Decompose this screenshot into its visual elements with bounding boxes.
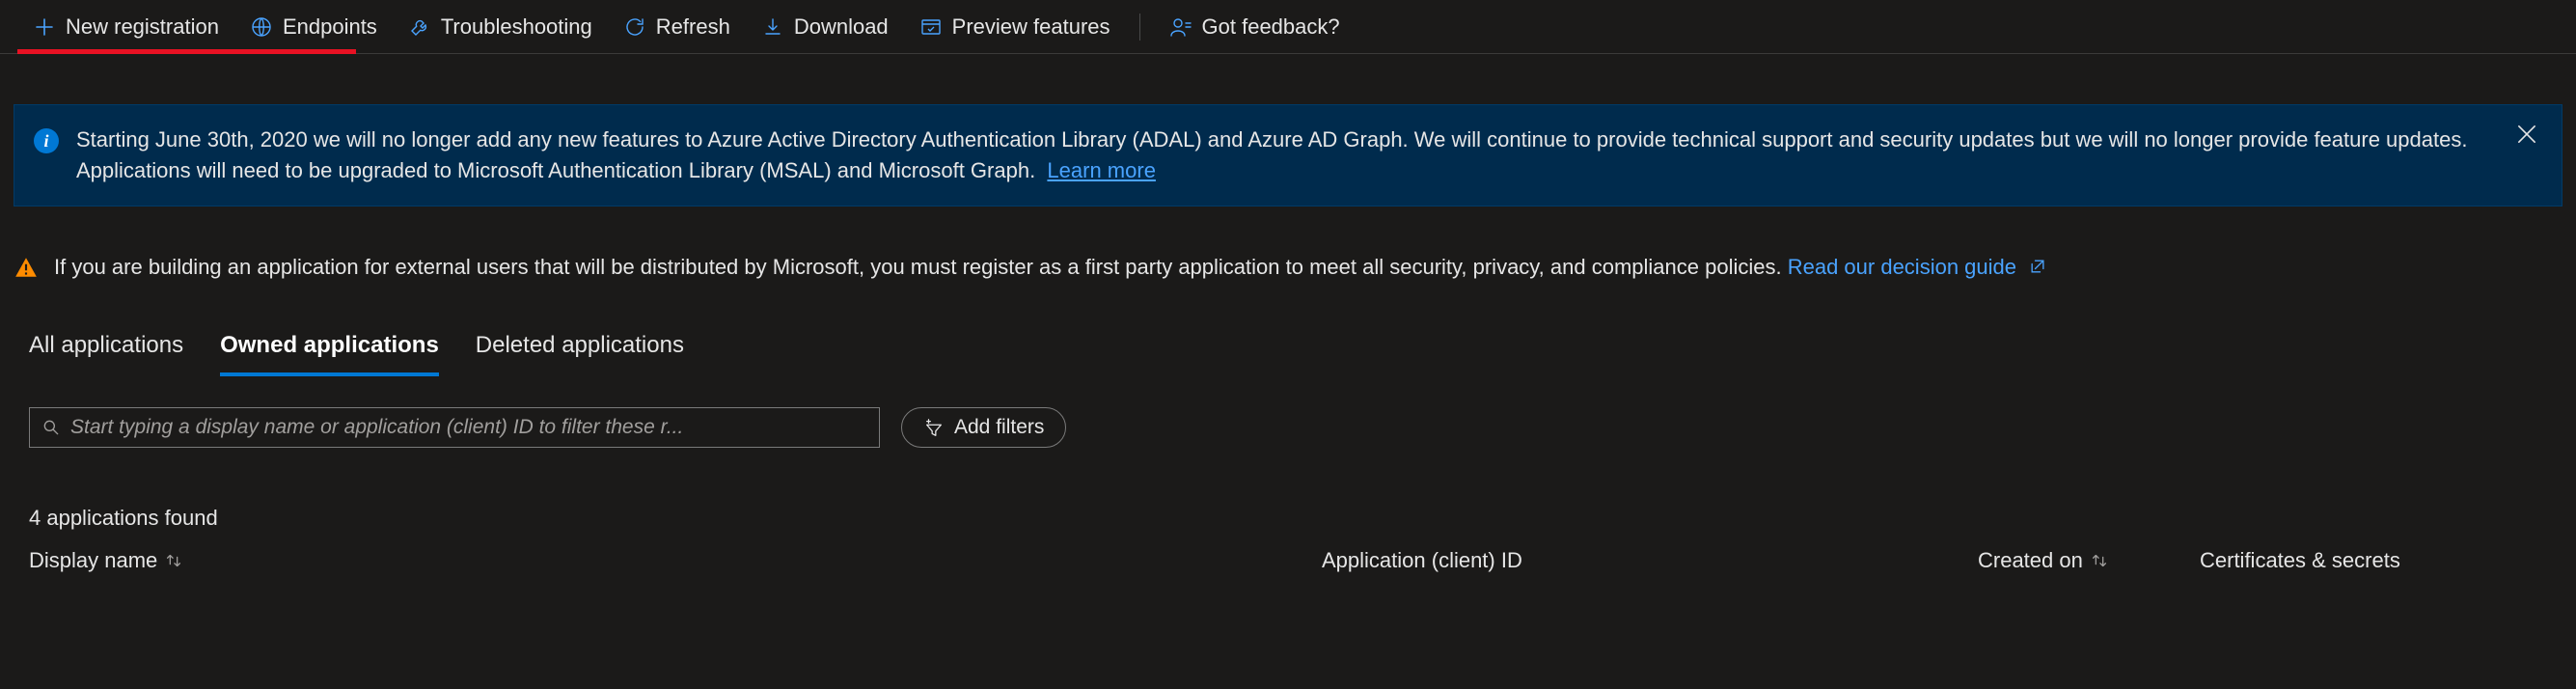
download-button[interactable]: Download <box>746 0 904 53</box>
preview-icon <box>919 15 943 39</box>
search-box[interactable] <box>29 407 880 448</box>
close-icon <box>2513 121 2540 148</box>
wrench-icon <box>408 15 431 39</box>
globe-icon <box>250 15 273 39</box>
new-registration-button[interactable]: New registration <box>17 0 234 53</box>
info-banner-text: Starting June 30th, 2020 we will no long… <box>76 127 2467 182</box>
tab-all-applications[interactable]: All applications <box>29 332 183 376</box>
refresh-label: Refresh <box>656 14 730 40</box>
command-bar: New registration Endpoints Troubleshooti… <box>0 0 2576 54</box>
troubleshooting-label: Troubleshooting <box>441 14 592 40</box>
table-header: Display name Application (client) ID Cre… <box>29 548 2576 573</box>
info-banner: i Starting June 30th, 2020 we will no lo… <box>14 104 2562 207</box>
column-certificates-secrets-label: Certificates & secrets <box>2200 548 2400 573</box>
got-feedback-label: Got feedback? <box>1202 14 1340 40</box>
column-certificates-secrets[interactable]: Certificates & secrets <box>2200 548 2537 573</box>
refresh-button[interactable]: Refresh <box>608 0 746 53</box>
got-feedback-button[interactable]: Got feedback? <box>1154 0 1356 53</box>
feedback-icon <box>1169 15 1192 39</box>
refresh-icon <box>623 15 646 39</box>
new-registration-label: New registration <box>66 14 219 40</box>
toolbar-separator <box>1139 14 1140 41</box>
results-count: 4 applications found <box>29 506 2576 531</box>
download-icon <box>761 15 784 39</box>
plus-icon <box>33 15 56 39</box>
sort-icon <box>163 550 184 571</box>
download-label: Download <box>794 14 889 40</box>
troubleshooting-button[interactable]: Troubleshooting <box>393 0 608 53</box>
preview-features-button[interactable]: Preview features <box>904 0 1126 53</box>
external-link-icon <box>2028 257 2047 276</box>
warning-icon <box>14 255 39 280</box>
column-display-name-label: Display name <box>29 548 157 573</box>
warning-link[interactable]: Read our decision guide <box>1788 255 2047 279</box>
close-banner-button[interactable] <box>2513 121 2540 148</box>
endpoints-label: Endpoints <box>283 14 377 40</box>
preview-features-label: Preview features <box>952 14 1110 40</box>
column-application-id[interactable]: Application (client) ID <box>1322 548 1978 573</box>
add-filter-icon <box>923 417 945 438</box>
column-application-id-label: Application (client) ID <box>1322 548 1522 573</box>
column-display-name[interactable]: Display name <box>29 548 1322 573</box>
add-filters-label: Add filters <box>954 416 1044 439</box>
add-filters-button[interactable]: Add filters <box>901 407 1066 448</box>
sort-icon <box>2089 550 2110 571</box>
info-banner-learn-more-link[interactable]: Learn more <box>1047 158 1156 182</box>
warning-text: If you are building an application for e… <box>54 255 1782 279</box>
search-input[interactable] <box>70 416 867 439</box>
tabs: All applications Owned applications Dele… <box>29 332 2576 376</box>
filter-row: Add filters <box>29 407 2576 448</box>
search-icon <box>41 418 61 437</box>
column-created-on[interactable]: Created on <box>1978 548 2200 573</box>
endpoints-button[interactable]: Endpoints <box>234 0 393 53</box>
warning-line: If you are building an application for e… <box>14 255 2562 280</box>
tab-owned-applications[interactable]: Owned applications <box>220 332 439 376</box>
column-created-on-label: Created on <box>1978 548 2083 573</box>
tab-deleted-applications[interactable]: Deleted applications <box>476 332 684 376</box>
warning-link-label: Read our decision guide <box>1788 255 2016 279</box>
info-icon: i <box>34 128 59 153</box>
